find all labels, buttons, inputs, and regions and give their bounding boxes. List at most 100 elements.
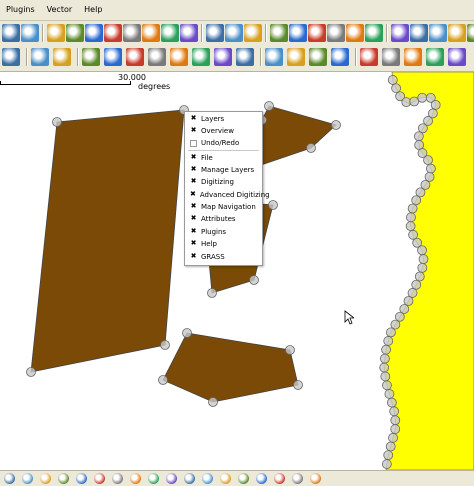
vertex-marker[interactable]: [385, 441, 396, 452]
undo-icon[interactable]: [82, 48, 100, 66]
polygon-bottom[interactable]: [162, 332, 299, 403]
vertex-marker[interactable]: [379, 362, 390, 373]
status-tool-icon[interactable]: [238, 473, 249, 484]
vertex-marker[interactable]: [411, 195, 422, 206]
vertex-marker[interactable]: [386, 327, 396, 338]
menu-item-advanced-digitizing[interactable]: ✖ Advanced Digitizing: [185, 189, 270, 201]
menu-item-grass[interactable]: ✖ GRASS: [185, 251, 262, 263]
grass5-icon[interactable]: [448, 48, 466, 66]
vertex-marker[interactable]: [383, 336, 394, 346]
vertex-marker[interactable]: [268, 200, 278, 210]
add-wms-icon[interactable]: [308, 24, 326, 42]
vertex-marker[interactable]: [207, 288, 217, 298]
vertex-marker[interactable]: [418, 254, 429, 265]
window-icon[interactable]: [123, 24, 141, 42]
green-tool5-icon[interactable]: [467, 24, 474, 42]
vertex-marker[interactable]: [409, 96, 420, 107]
vertex-marker[interactable]: [26, 367, 36, 377]
menu-plugins[interactable]: Plugins: [0, 0, 41, 20]
cut-icon[interactable]: [236, 48, 254, 66]
add-vector-icon[interactable]: [289, 24, 307, 42]
vertex-marker[interactable]: [417, 262, 428, 273]
status-tool-icon[interactable]: [184, 473, 195, 484]
vertex-marker[interactable]: [387, 75, 398, 85]
vertex-marker[interactable]: [293, 380, 303, 390]
status-tool-icon[interactable]: [256, 473, 267, 484]
menu-item-layers[interactable]: ✖ Layers: [185, 113, 262, 125]
status-tool-icon[interactable]: [58, 473, 69, 484]
green-tool3-icon[interactable]: [429, 24, 447, 42]
status-tool-icon[interactable]: [310, 473, 321, 484]
vertex-marker[interactable]: [208, 397, 218, 407]
vertex-marker[interactable]: [403, 296, 414, 306]
vertex-marker[interactable]: [384, 389, 395, 399]
menu-item-digitizing[interactable]: ✖ Digitizing: [185, 176, 262, 188]
copy-icon[interactable]: [265, 48, 283, 66]
vertex-marker[interactable]: [413, 131, 424, 142]
node-icon[interactable]: [126, 48, 144, 66]
capture-polygon-icon[interactable]: [53, 48, 71, 66]
vertex-marker[interactable]: [417, 245, 427, 256]
vertex-marker[interactable]: [285, 345, 295, 355]
menu-item-map-navigation[interactable]: ✖ Map Navigation: [185, 201, 262, 213]
green-tool4-icon[interactable]: [448, 24, 466, 42]
add-postgis-icon[interactable]: [327, 24, 345, 42]
vertex-marker[interactable]: [380, 371, 391, 382]
vertex-marker[interactable]: [425, 163, 436, 174]
zoom-in-tool-icon[interactable]: [21, 24, 39, 42]
zoom-out-tool-icon[interactable]: [47, 24, 65, 42]
vertex-marker[interactable]: [407, 288, 418, 298]
vertex-marker[interactable]: [405, 221, 416, 232]
menu-item-attributes[interactable]: ✖ Attributes: [185, 213, 262, 225]
help-cursor-icon[interactable]: [225, 24, 243, 42]
grass3-icon[interactable]: [404, 48, 422, 66]
vertex-marker[interactable]: [264, 101, 274, 111]
digitize-icon[interactable]: [104, 48, 122, 66]
vertex-marker[interactable]: [417, 123, 428, 134]
page-icon[interactable]: [206, 24, 224, 42]
vertex-marker[interactable]: [406, 212, 416, 223]
add-layer-icon[interactable]: [346, 24, 364, 42]
vertex-marker[interactable]: [381, 459, 392, 469]
status-tool-icon[interactable]: [94, 473, 105, 484]
layers-icon[interactable]: [104, 24, 122, 42]
remove-layer-icon[interactable]: [365, 24, 383, 42]
polygon-large[interactable]: [30, 109, 185, 373]
vertex-marker[interactable]: [331, 120, 341, 130]
grid-icon[interactable]: [180, 24, 198, 42]
vertex-marker[interactable]: [182, 328, 192, 338]
save-icon[interactable]: [142, 24, 160, 42]
vertex-marker[interactable]: [388, 432, 398, 443]
menu-vector[interactable]: Vector: [41, 0, 79, 20]
menu-item-overview[interactable]: ✖ Overview: [185, 125, 262, 137]
vertex-marker[interactable]: [386, 397, 397, 408]
vertex-marker[interactable]: [414, 140, 425, 150]
vertex-marker[interactable]: [424, 171, 435, 182]
edit-icon[interactable]: [2, 48, 20, 66]
status-tool-icon[interactable]: [4, 473, 15, 484]
status-tool-icon[interactable]: [22, 473, 33, 484]
vertex-marker[interactable]: [380, 353, 390, 364]
vertex-marker[interactable]: [423, 155, 433, 166]
vertex-marker[interactable]: [389, 406, 400, 417]
menu-help[interactable]: Help: [78, 0, 108, 20]
composer-icon[interactable]: [161, 24, 179, 42]
status-tool-icon[interactable]: [202, 473, 213, 484]
vertex-add-icon[interactable]: [148, 48, 166, 66]
vertex-marker[interactable]: [417, 92, 428, 103]
grass2-icon[interactable]: [382, 48, 400, 66]
vertex-move-icon[interactable]: [170, 48, 188, 66]
vertex-delete-icon[interactable]: [192, 48, 210, 66]
menu-item-help[interactable]: ✖ Help: [185, 238, 262, 250]
vertex-marker[interactable]: [249, 275, 259, 285]
vertex-marker[interactable]: [411, 279, 422, 290]
stack-icon[interactable]: [85, 24, 103, 42]
status-tool-icon[interactable]: [40, 473, 51, 484]
add-raster-icon[interactable]: [270, 24, 288, 42]
vertex-marker[interactable]: [391, 83, 402, 94]
status-tool-icon[interactable]: [166, 473, 177, 484]
vertex-marker[interactable]: [390, 424, 401, 434]
vertex-marker[interactable]: [160, 340, 170, 350]
status-tool-icon[interactable]: [220, 473, 231, 484]
vertex-marker[interactable]: [306, 143, 316, 153]
